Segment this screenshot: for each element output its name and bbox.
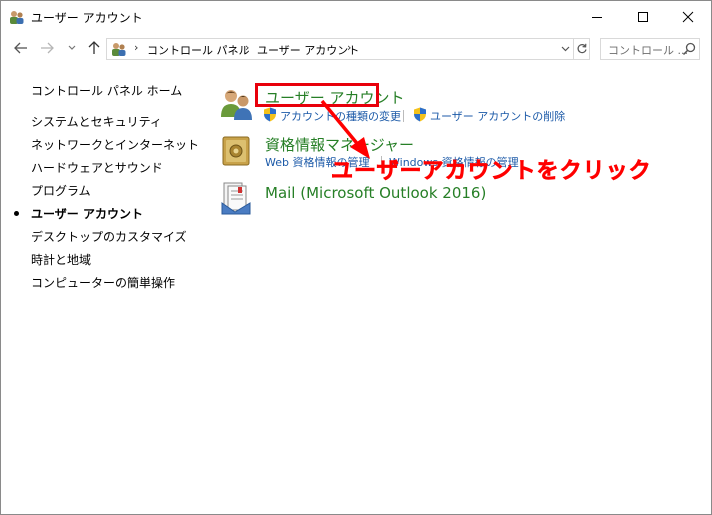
chevron-down-icon [68, 45, 76, 50]
maximize-icon [638, 11, 648, 22]
remove-user-account-link[interactable]: ユーザー アカウントの削除 [430, 108, 565, 124]
sidebar-item-hardware-sound[interactable]: ハードウェアとサウンド [31, 159, 163, 176]
breadcrumb-control-panel[interactable]: コントロール パネル [147, 42, 250, 58]
sidebar-item-clock-region[interactable]: 時計と地域 [31, 251, 91, 268]
users-icon [221, 90, 252, 120]
up-button[interactable] [85, 39, 103, 57]
chevron-right-icon[interactable]: › [245, 41, 249, 54]
arrow-up-icon [88, 41, 100, 54]
navigation-bar: › コントロール パネル › ユーザー アカウント › コントロール ... [1, 35, 711, 63]
maximize-button[interactable] [620, 1, 666, 32]
close-button[interactable] [665, 1, 711, 32]
window-title: ユーザー アカウント [31, 11, 143, 25]
link-divider [403, 110, 404, 122]
forward-button[interactable] [38, 39, 56, 57]
control-panel-icon [112, 43, 126, 56]
back-button[interactable] [12, 39, 30, 57]
sidebar-item-system-security[interactable]: システムとセキュリティ [31, 113, 162, 130]
minimize-icon [592, 16, 602, 18]
sidebar-item-programs[interactable]: プログラム [31, 182, 91, 199]
chevron-down-icon [561, 46, 569, 52]
chevron-right-icon[interactable]: › [134, 41, 138, 54]
address-bar[interactable]: › コントロール パネル › ユーザー アカウント › [106, 38, 590, 60]
search-placeholder: コントロール ... [608, 44, 688, 57]
users-icon [10, 11, 24, 24]
breadcrumb-user-accounts[interactable]: ユーザー アカウント [257, 42, 359, 58]
title-bar[interactable]: ユーザー アカウント [1, 1, 711, 32]
uac-shield-icon [414, 107, 426, 122]
minimize-button[interactable] [574, 1, 620, 32]
sidebar-item-network-internet[interactable]: ネットワークとインターネット [31, 136, 199, 153]
recent-locations-button[interactable] [63, 39, 81, 57]
annotation-arrow [320, 99, 370, 159]
sidebar-item-control-panel-home[interactable]: コントロール パネル ホーム [31, 82, 182, 99]
chevron-right-icon[interactable]: › [347, 41, 351, 54]
search-input[interactable]: コントロール ... [600, 38, 700, 60]
address-dropdown-button[interactable] [558, 39, 572, 59]
credential-vault-icon [222, 136, 250, 166]
refresh-icon [577, 43, 587, 54]
sidebar-item-ease-of-access[interactable]: コンピューターの簡単操作 [31, 274, 175, 291]
refresh-button[interactable] [573, 39, 590, 59]
annotation-text: ユーザーアカウントをクリック [331, 159, 652, 185]
arrow-left-icon [14, 42, 27, 54]
control-panel-window: ユーザー アカウント › コントロール パネル › ユーザー アカウント › コ… [0, 0, 712, 515]
arrow-right-icon [41, 42, 54, 54]
uac-shield-icon [264, 107, 276, 122]
mail-icon [221, 182, 251, 215]
sidebar-item-user-accounts: ユーザー アカウント [31, 207, 143, 221]
close-icon [682, 11, 694, 22]
sidebar-item-appearance[interactable]: デスクトップのカスタマイズ [31, 228, 187, 245]
category-mail-link[interactable]: Mail (Microsoft Outlook 2016) [265, 184, 486, 202]
search-icon [682, 42, 696, 56]
current-page-bullet [14, 211, 19, 216]
